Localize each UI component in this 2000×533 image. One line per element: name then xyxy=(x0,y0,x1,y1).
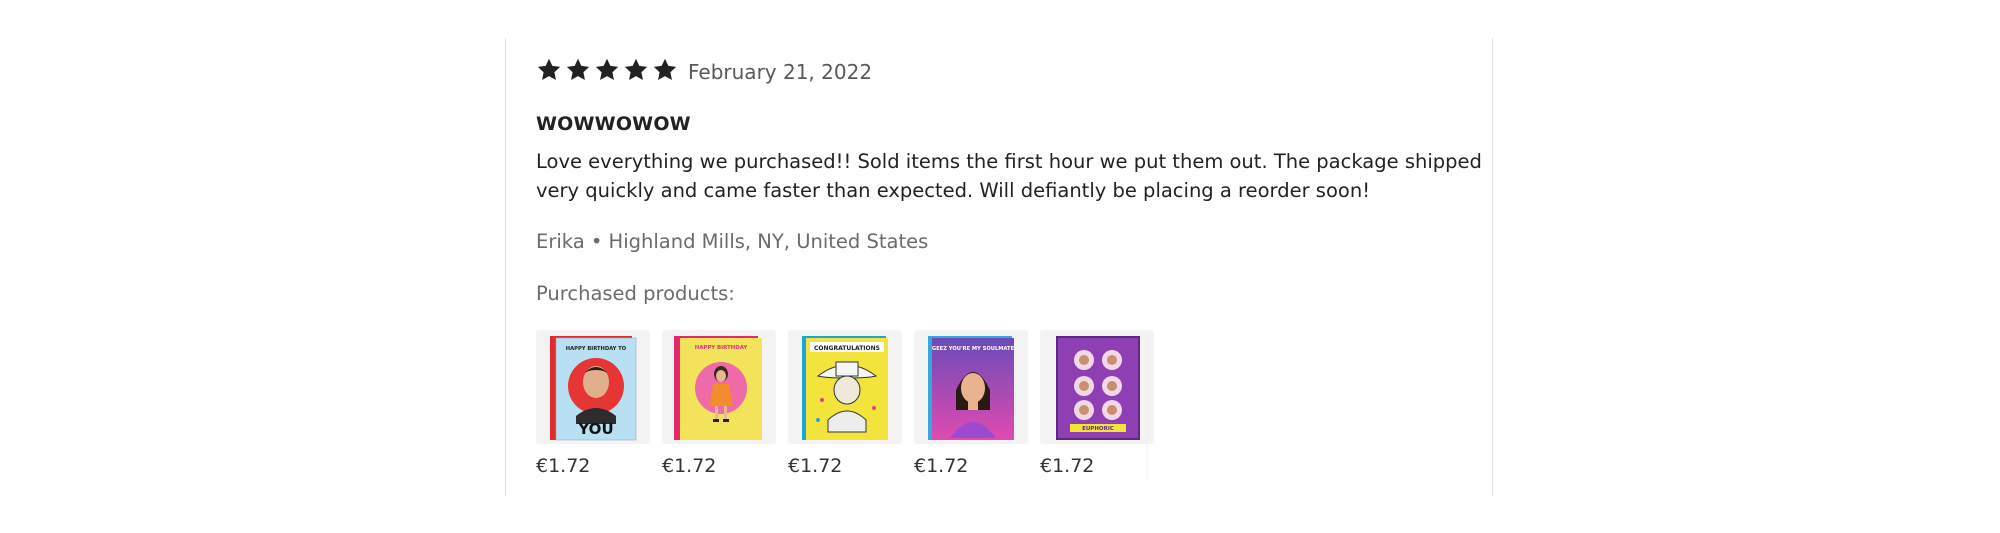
review-card: February 21, 2022 WOWWOWOW Love everythi… xyxy=(505,38,1493,496)
product-price: €1.72 xyxy=(536,455,591,477)
scroll-fade-edge xyxy=(1146,330,1150,480)
product-item[interactable]: EUPHORIC €1.72 xyxy=(1040,330,1154,478)
star-rating xyxy=(536,57,681,83)
product-item[interactable]: CONGRATULATIONS €1.72 xyxy=(788,330,902,478)
rating-row: February 21, 2022 xyxy=(536,54,872,86)
product-item[interactable]: GEEZ YOU'RE MY SOULMATE €1.72 xyxy=(914,330,1028,478)
star-icon xyxy=(652,57,678,83)
review-body: Love everything we purchased!! Sold item… xyxy=(536,150,1482,202)
card-caption: HAPPY BIRTHDAY xyxy=(695,345,748,351)
product-item[interactable]: HAPPY BIRTHDAY €1.72 xyxy=(662,330,776,478)
star-icon xyxy=(623,57,649,83)
reviewer-info: Erika • Highland Mills, NY, United State… xyxy=(536,230,929,253)
product-price: €1.72 xyxy=(1040,455,1095,477)
review-title: WOWWOWOW xyxy=(536,113,691,135)
card-big-text: YOU xyxy=(577,420,613,438)
purchased-products-label: Purchased products: xyxy=(536,282,735,305)
product-thumbnail[interactable]: CONGRATULATIONS xyxy=(788,330,902,444)
product-thumbnail[interactable]: EUPHORIC xyxy=(1040,330,1154,444)
card-caption: EUPHORIC xyxy=(1082,426,1114,432)
star-icon xyxy=(565,57,591,83)
card-caption: HAPPY BIRTHDAY TO xyxy=(566,346,627,352)
review-date: February 21, 2022 xyxy=(688,60,873,84)
product-item[interactable]: YOU HAPPY BIRTHDAY TO €1.72 xyxy=(536,330,650,478)
purchased-products-list: YOU HAPPY BIRTHDAY TO €1.72 HAPPY BIRTHD… xyxy=(536,330,1166,478)
card-caption: CONGRATULATIONS xyxy=(814,345,880,352)
card-caption: GEEZ YOU'RE MY SOULMATE xyxy=(932,346,1015,352)
product-price: €1.72 xyxy=(788,455,843,477)
product-thumbnail[interactable]: HAPPY BIRTHDAY xyxy=(662,330,776,444)
product-thumbnail[interactable]: GEEZ YOU'RE MY SOULMATE xyxy=(914,330,1028,444)
product-price: €1.72 xyxy=(662,455,717,477)
product-price: €1.72 xyxy=(914,455,969,477)
star-icon xyxy=(594,57,620,83)
product-thumbnail[interactable]: YOU HAPPY BIRTHDAY TO xyxy=(536,330,650,444)
star-icon xyxy=(536,57,562,83)
